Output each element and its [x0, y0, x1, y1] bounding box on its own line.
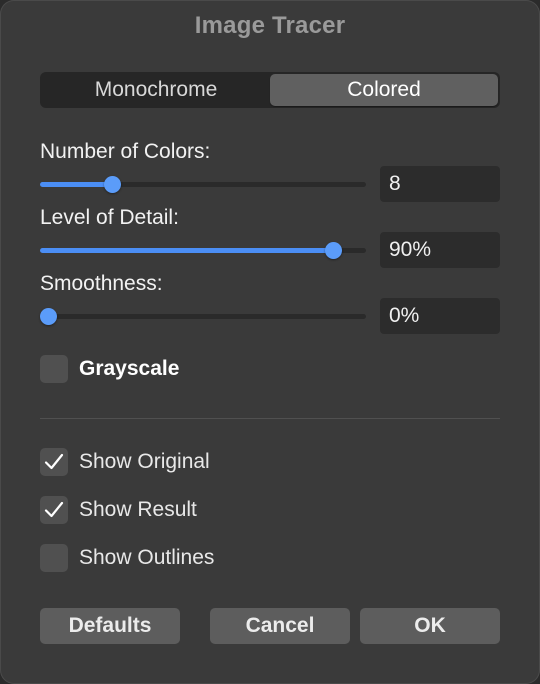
- slider-thumb[interactable]: [104, 176, 121, 193]
- grayscale-label: Grayscale: [79, 357, 180, 380]
- section-divider: [40, 418, 500, 419]
- image-tracer-dialog: Image Tracer Monochrome Colored Number o…: [0, 0, 540, 684]
- checkmark-icon: [44, 501, 64, 518]
- level-of-detail-value[interactable]: 90%: [380, 232, 500, 268]
- number-of-colors-label: Number of Colors:: [40, 140, 211, 163]
- show-outlines-row[interactable]: Show Outlines: [40, 544, 214, 572]
- checkmark-icon: [44, 453, 64, 470]
- show-outlines-label: Show Outlines: [79, 546, 215, 569]
- number-of-colors-slider[interactable]: [40, 174, 366, 194]
- mode-segmented-control: Monochrome Colored: [40, 72, 500, 108]
- smoothness-label: Smoothness:: [40, 272, 163, 295]
- show-original-label: Show Original: [79, 450, 210, 473]
- smoothness-slider[interactable]: [40, 306, 366, 326]
- mode-monochrome-segment[interactable]: Monochrome: [42, 74, 270, 106]
- grayscale-checkbox-row[interactable]: Grayscale: [40, 355, 179, 383]
- dialog-title: Image Tracer: [194, 12, 346, 39]
- show-original-row[interactable]: Show Original: [40, 448, 210, 476]
- show-result-label: Show Result: [79, 498, 197, 521]
- grayscale-checkbox[interactable]: [40, 355, 68, 383]
- slider-fill: [40, 248, 333, 253]
- slider-track: [40, 314, 366, 319]
- defaults-button[interactable]: Defaults: [40, 608, 180, 644]
- mode-colored-segment[interactable]: Colored: [270, 74, 498, 106]
- smoothness-value[interactable]: 0%: [380, 298, 500, 334]
- show-original-checkbox[interactable]: [40, 448, 68, 476]
- level-of-detail-label: Level of Detail:: [40, 206, 179, 229]
- ok-button[interactable]: OK: [360, 608, 500, 644]
- level-of-detail-slider[interactable]: [40, 240, 366, 260]
- slider-thumb[interactable]: [40, 308, 57, 325]
- show-result-row[interactable]: Show Result: [40, 496, 197, 524]
- show-result-checkbox[interactable]: [40, 496, 68, 524]
- number-of-colors-value[interactable]: 8: [380, 166, 500, 202]
- show-outlines-checkbox[interactable]: [40, 544, 68, 572]
- slider-thumb[interactable]: [325, 242, 342, 259]
- slider-fill: [40, 182, 112, 187]
- cancel-button[interactable]: Cancel: [210, 608, 350, 644]
